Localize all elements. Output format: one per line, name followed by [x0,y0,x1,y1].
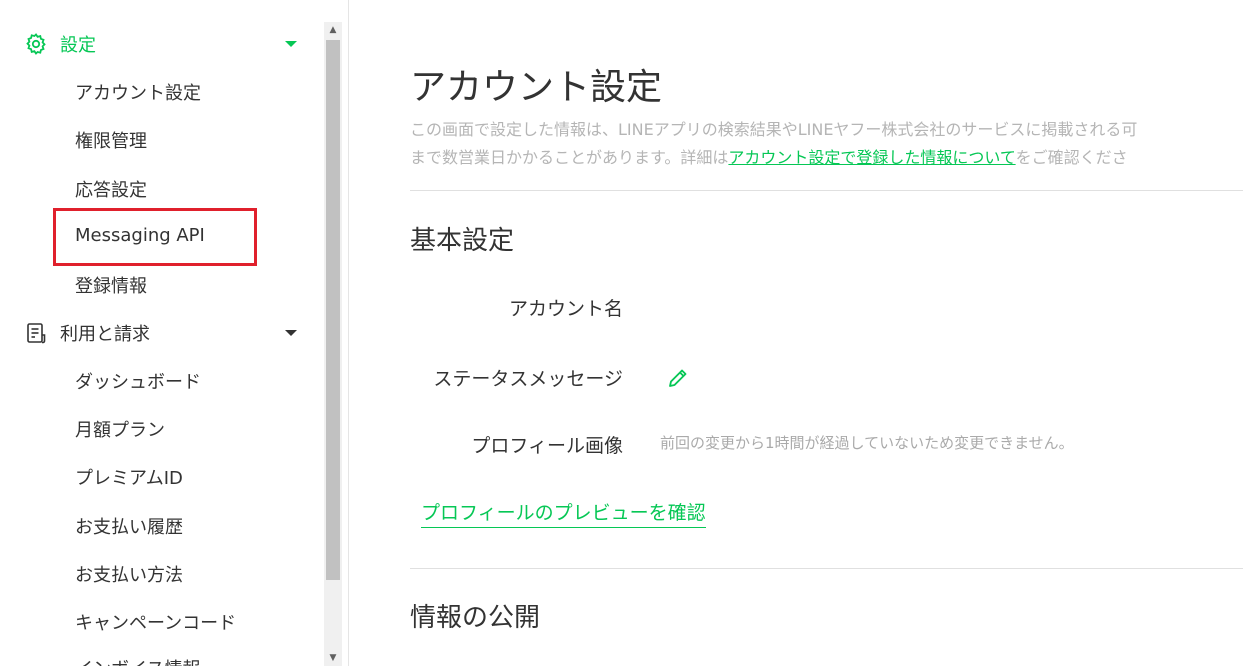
sidebar-item-dashboard[interactable]: ダッシュボード [75,368,201,394]
sidebar-item-registration-info[interactable]: 登録情報 [75,272,147,298]
main-content: アカウント設定 この画面で設定した情報は、LINEアプリの検索結果やLINEヤフ… [410,0,1243,666]
highlight-box [53,208,257,266]
scroll-down-arrow-icon[interactable]: ▼ [324,650,342,666]
chevron-down-icon[interactable] [285,41,297,47]
sidebar-item-payment-method[interactable]: お支払い方法 [75,561,183,587]
section-title-publish: 情報の公開 [410,603,541,633]
scrollbar-thumb[interactable] [326,40,340,580]
sidebar-item-permissions[interactable]: 権限管理 [75,127,147,153]
sidebar-group-label: 利用と請求 [60,324,150,345]
sidebar-group-label: 設定 [60,35,96,56]
sidebar-item-premium-id[interactable]: プレミアムID [75,464,183,490]
status-message-label: ステータスメッセージ [433,368,623,390]
profile-image-label: プロフィール画像 [471,435,623,457]
divider [410,190,1243,191]
description-text: をご確認くださ [1015,148,1128,167]
section-title-basic: 基本設定 [410,226,515,256]
gear-icon [24,32,48,56]
account-info-link[interactable]: アカウント設定で登録した情報について [728,148,1015,167]
page-description: この画面で設定した情報は、LINEアプリの検索結果やLINEヤフー株式会社のサー… [410,116,1243,172]
edit-pencil-icon[interactable] [666,366,690,390]
account-name-label: アカウント名 [508,298,623,320]
sidebar-divider [348,0,349,666]
profile-preview-link[interactable]: プロフィールのプレビューを確認 [421,498,706,528]
sidebar-item-account-settings[interactable]: アカウント設定 [75,79,201,105]
sidebar-scrollbar[interactable]: ▲ ▼ [324,22,342,666]
sidebar-item-invoice-info[interactable]: インボイス情報 [75,655,200,666]
sidebar-group-billing[interactable]: 利用と請求 [24,320,297,346]
sidebar-group-settings[interactable]: 設定 [24,31,297,57]
sidebar-item-campaign-code[interactable]: キャンペーンコード [75,609,236,635]
sidebar-item-monthly-plan[interactable]: 月額プラン [75,416,165,442]
sidebar: 設定 アカウント設定 権限管理 応答設定 Messaging API 登録情報 … [0,0,324,666]
description-text: まで数営業日かかることがあります。詳細は [410,148,729,167]
description-line-1: この画面で設定した情報は、LINEアプリの検索結果やLINEヤフー株式会社のサー… [410,120,1138,139]
document-icon [24,321,48,345]
divider [410,568,1243,569]
sidebar-item-response-settings[interactable]: 応答設定 [75,176,147,202]
sidebar-item-payment-history[interactable]: お支払い履歴 [75,513,183,539]
scroll-up-arrow-icon[interactable]: ▲ [324,22,342,38]
profile-image-note: 前回の変更から1時間が経過していないため変更できません。 [660,434,1074,452]
page-title: アカウント設定 [410,67,663,108]
chevron-down-icon[interactable] [285,330,297,336]
description-line-2: まで数営業日かかることがあります。詳細はアカウント設定で登録した情報についてをご… [410,144,1243,172]
